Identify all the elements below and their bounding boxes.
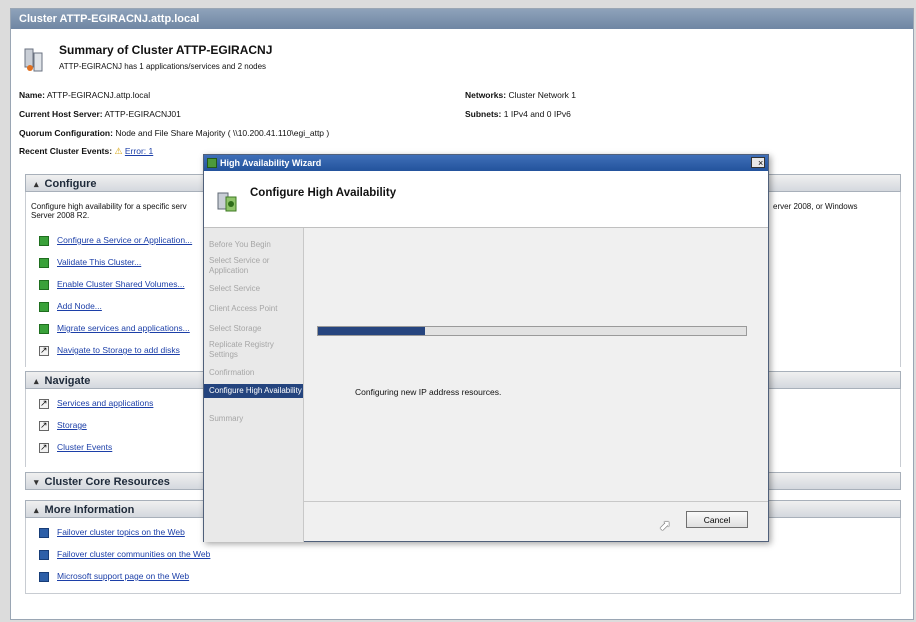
help-book-icon bbox=[39, 571, 49, 582]
step-summary: Summary bbox=[209, 414, 244, 423]
navigate-arrow-icon bbox=[39, 397, 49, 409]
nav-services-label[interactable]: Services and applications bbox=[57, 398, 153, 408]
action-add-node-label[interactable]: Add Node... bbox=[57, 301, 102, 311]
collapse-icon: ▴ bbox=[34, 376, 39, 386]
help-book-icon bbox=[39, 527, 49, 538]
action-validate-cluster-label[interactable]: Validate This Cluster... bbox=[57, 257, 141, 267]
section-configure-title: Configure bbox=[44, 178, 97, 190]
window-title: Cluster ATTP-EGIRACNJ.attp.local bbox=[11, 9, 913, 29]
navigate-arrow-icon bbox=[39, 344, 49, 356]
configure-description-right: erver 2008, or Windows bbox=[773, 202, 858, 211]
events-error-link[interactable]: Error: 1 bbox=[125, 146, 153, 156]
wizard-titlebar[interactable]: High Availability Wizard × bbox=[204, 155, 768, 171]
help-book-icon bbox=[39, 549, 49, 560]
footer-divider bbox=[304, 501, 768, 502]
info-host: Current Host Server: ATTP-EGIRACNJ01 bbox=[19, 109, 181, 119]
action-migrate-label[interactable]: Migrate services and applications... bbox=[57, 323, 190, 333]
wizard-title: High Availability Wizard bbox=[220, 158, 322, 168]
cluster-icon bbox=[24, 48, 43, 72]
section-more-info-title: More Information bbox=[44, 504, 135, 516]
info-link-support-label[interactable]: Microsoft support page on the Web bbox=[57, 571, 189, 581]
info-host-value: ATTP-EGIRACNJ01 bbox=[104, 109, 181, 119]
info-subnets: Subnets: 1 IPv4 and 0 IPv6 bbox=[465, 109, 571, 119]
wizard-icon bbox=[39, 279, 49, 290]
info-events: Recent Cluster Events: ⚠ Error: 1 bbox=[19, 146, 153, 157]
step-client-access-point: Client Access Point bbox=[209, 304, 278, 313]
nav-services[interactable]: Services and applications bbox=[39, 397, 153, 409]
nav-storage[interactable]: Storage bbox=[39, 419, 87, 431]
info-name-value: ATTP-EGIRACNJ.attp.local bbox=[46, 90, 151, 100]
step-configure-high-availability: Configure High Availability bbox=[204, 384, 303, 398]
summary-title: Summary of Cluster ATTP-EGIRACNJ bbox=[59, 43, 273, 57]
wizard-icon bbox=[39, 235, 49, 246]
action-enable-csv-label[interactable]: Enable Cluster Shared Volumes... bbox=[57, 279, 185, 289]
navigate-arrow-icon bbox=[39, 441, 49, 453]
info-name: Name: ATTP-EGIRACNJ.attp.local bbox=[19, 90, 150, 100]
step-select-service-or-application: Select Service or Application bbox=[209, 256, 270, 275]
wizard-page-title: Configure High Availability bbox=[250, 187, 397, 199]
wizard-app-icon bbox=[207, 158, 217, 168]
action-migrate[interactable]: Migrate services and applications... bbox=[39, 322, 190, 334]
nav-storage-label[interactable]: Storage bbox=[57, 420, 87, 430]
step-select-service: Select Service bbox=[209, 284, 261, 293]
action-navigate-storage[interactable]: Navigate to Storage to add disks bbox=[39, 344, 180, 356]
step-before-you-begin: Before You Begin bbox=[209, 240, 271, 249]
action-configure-service[interactable]: Configure a Service or Application... bbox=[39, 234, 192, 246]
step-replicate-registry-settings: Replicate Registry Settings bbox=[209, 340, 274, 359]
info-networks: Networks: Cluster Network 1 bbox=[465, 90, 576, 100]
info-name-label: Name: bbox=[19, 90, 45, 100]
info-quorum-value: Node and File Share Majority ( \\10.200.… bbox=[115, 128, 330, 138]
info-link-communities[interactable]: Failover cluster communities on the Web bbox=[39, 548, 210, 560]
summary-subtitle: ATTP-EGIRACNJ has 1 applications/service… bbox=[59, 62, 267, 71]
info-networks-label: Networks: bbox=[465, 90, 507, 100]
section-navigate-title: Navigate bbox=[44, 375, 91, 387]
cluster-service-icon bbox=[217, 192, 237, 212]
action-navigate-storage-label[interactable]: Navigate to Storage to add disks bbox=[57, 345, 180, 355]
wizard-steps-panel: Before You Begin Select Service or Appli… bbox=[204, 228, 304, 542]
collapse-icon: ▴ bbox=[34, 505, 39, 515]
expand-icon: ▾ bbox=[34, 477, 39, 487]
high-availability-wizard: High Availability Wizard × Configure Hig… bbox=[203, 154, 769, 542]
info-link-topics-label[interactable]: Failover cluster topics on the Web bbox=[57, 527, 185, 537]
mouse-cursor-icon: ⬈ bbox=[659, 517, 671, 533]
info-quorum: Quorum Configuration: Node and File Shar… bbox=[19, 128, 329, 138]
collapse-icon: ▴ bbox=[34, 179, 39, 189]
wizard-header: Configure High Availability bbox=[204, 171, 768, 228]
info-host-label: Current Host Server: bbox=[19, 109, 103, 119]
progress-bar-fill bbox=[318, 327, 425, 335]
info-subnets-value: 1 IPv4 and 0 IPv6 bbox=[503, 109, 571, 119]
action-enable-csv[interactable]: Enable Cluster Shared Volumes... bbox=[39, 278, 185, 290]
info-link-topics[interactable]: Failover cluster topics on the Web bbox=[39, 526, 185, 538]
cancel-button[interactable]: Cancel bbox=[686, 511, 748, 528]
section-core-title: Cluster Core Resources bbox=[44, 476, 170, 488]
info-link-communities-label[interactable]: Failover cluster communities on the Web bbox=[57, 549, 210, 559]
action-configure-service-label[interactable]: Configure a Service or Application... bbox=[57, 235, 192, 245]
navigate-arrow-icon bbox=[39, 419, 49, 431]
progress-bar bbox=[317, 326, 747, 336]
step-select-storage: Select Storage bbox=[209, 324, 262, 333]
info-events-label: Recent Cluster Events: bbox=[19, 146, 113, 156]
warning-icon: ⚠ bbox=[114, 146, 123, 156]
info-link-support[interactable]: Microsoft support page on the Web bbox=[39, 570, 189, 582]
progress-status-text: Configuring new IP address resources. bbox=[355, 387, 502, 397]
action-add-node[interactable]: Add Node... bbox=[39, 300, 102, 312]
nav-cluster-events-label[interactable]: Cluster Events bbox=[57, 442, 112, 452]
info-subnets-label: Subnets: bbox=[465, 109, 502, 119]
wizard-icon bbox=[39, 323, 49, 334]
step-confirmation: Confirmation bbox=[209, 368, 255, 377]
close-button[interactable]: × bbox=[751, 157, 765, 168]
nav-cluster-events[interactable]: Cluster Events bbox=[39, 441, 112, 453]
info-networks-value: Cluster Network 1 bbox=[508, 90, 577, 100]
wizard-icon bbox=[39, 257, 49, 268]
info-quorum-label: Quorum Configuration: bbox=[19, 128, 113, 138]
action-validate-cluster[interactable]: Validate This Cluster... bbox=[39, 256, 141, 268]
wizard-icon bbox=[39, 301, 49, 312]
configure-description-2: Server 2008 R2. bbox=[31, 211, 90, 220]
configure-description: Configure high availability for a specif… bbox=[31, 202, 187, 211]
